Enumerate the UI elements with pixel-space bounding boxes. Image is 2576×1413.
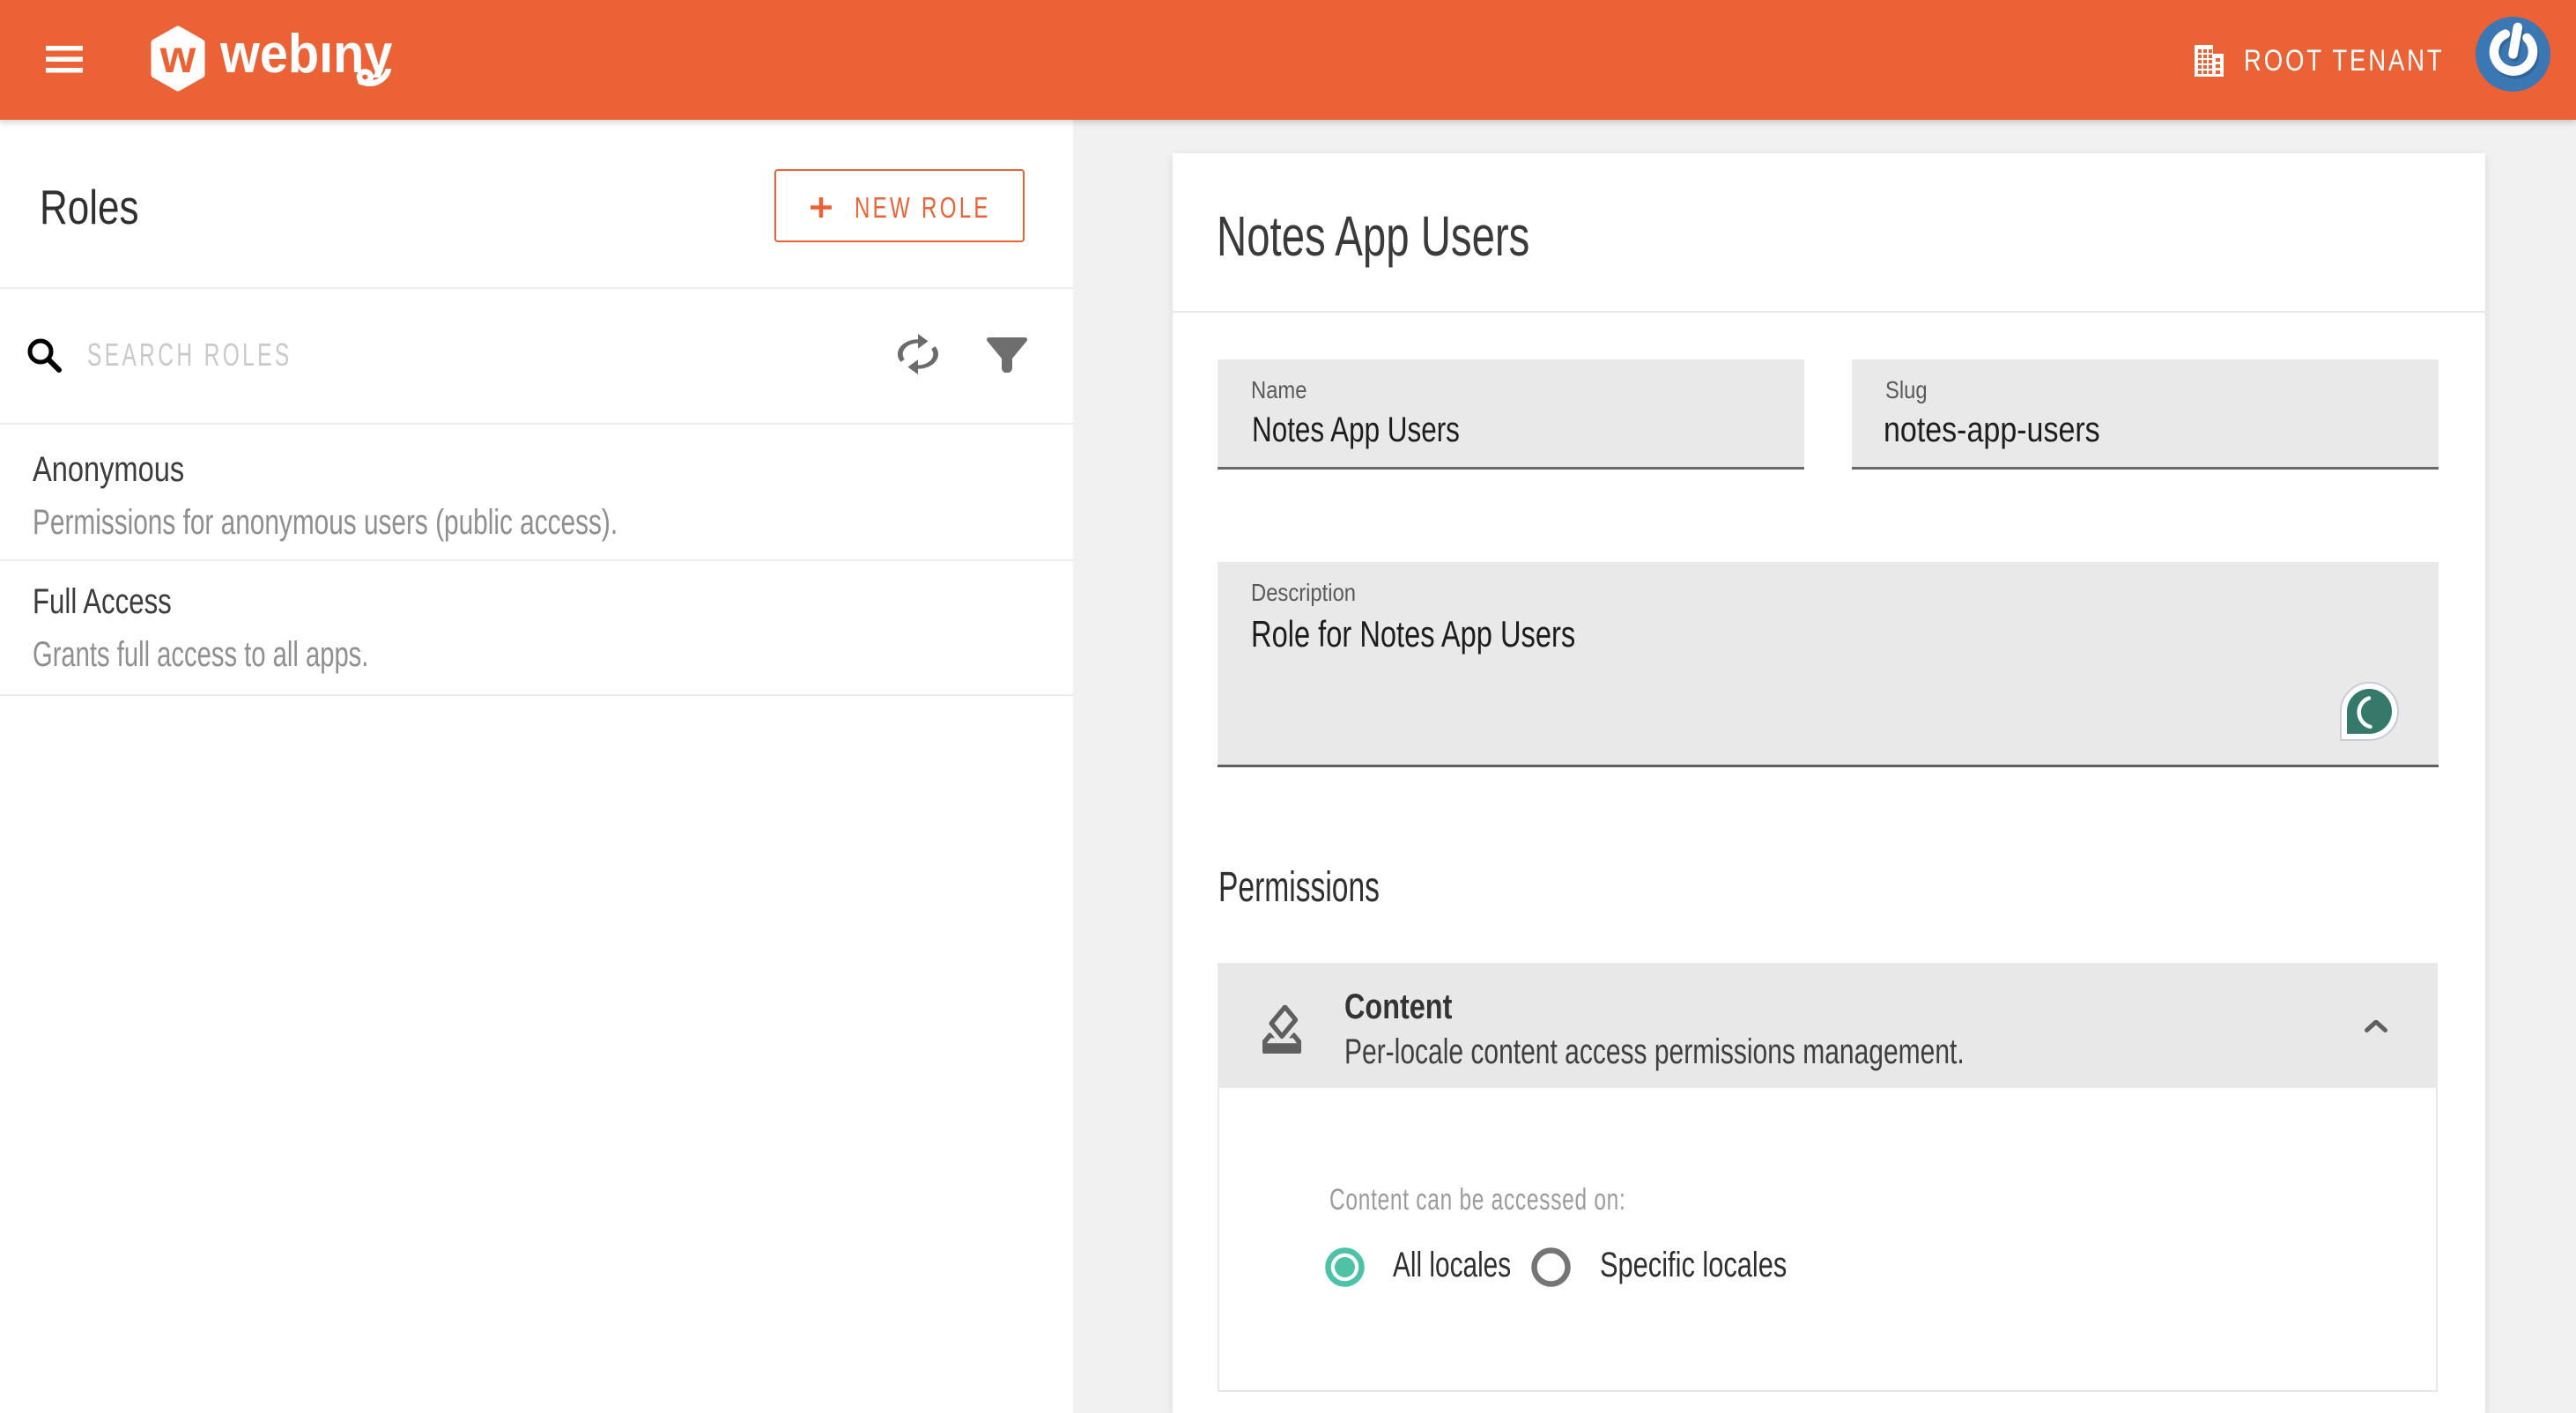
svg-text:w: w	[159, 32, 196, 83]
